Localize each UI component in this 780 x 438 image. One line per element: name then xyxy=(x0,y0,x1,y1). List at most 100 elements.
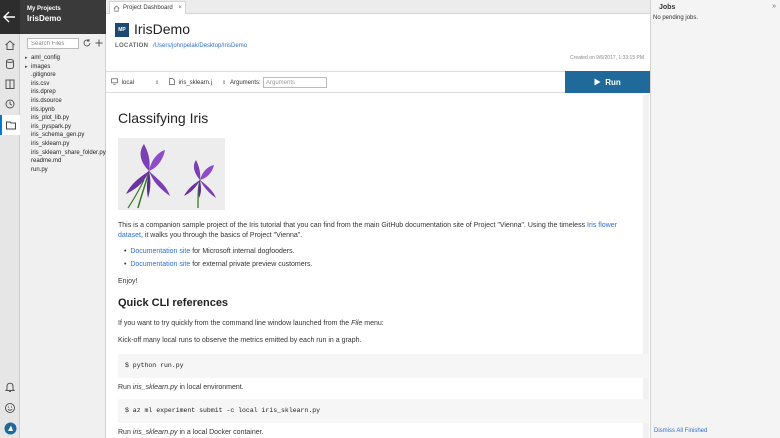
search-files-input[interactable] xyxy=(27,38,79,49)
file-item[interactable]: iris.ipynb xyxy=(25,106,105,115)
jobs-title: Jobs xyxy=(659,4,676,11)
arguments-input[interactable] xyxy=(263,77,327,88)
iris-flower-image xyxy=(118,138,225,210)
select-arrows-icon: ⇕ xyxy=(222,80,227,86)
bullet-text: for external private preview customers. xyxy=(190,261,313,268)
run-toolbar: local ⇕ iris_sklearn.j ⇕ Arguments: xyxy=(106,71,565,93)
intro-text-end: , it walks you through the basics of Pro… xyxy=(140,232,303,239)
cli-intro-text: If you want to try quickly from the comm… xyxy=(118,320,352,327)
run-local-text: Run iris_sklearn.py in local environment… xyxy=(118,383,648,393)
azure-icon xyxy=(4,422,16,434)
file-item[interactable]: iris_plot_lib.py xyxy=(25,114,105,123)
file-item[interactable]: iris.csv xyxy=(25,80,105,89)
run-text: Run xyxy=(118,429,133,436)
cli-section-title: Quick CLI references xyxy=(118,297,229,309)
file-item[interactable]: iris_sklearn.py xyxy=(25,140,105,149)
created-timestamp: Created on 9/6/2017, 1:33:15 PM xyxy=(570,55,644,61)
script-name: iris_sklearn.py xyxy=(132,384,178,391)
run-button-label: Run xyxy=(605,77,621,87)
refresh-icon[interactable] xyxy=(82,38,92,48)
iris-flower-link[interactable]: Iris flower xyxy=(587,222,617,229)
run-text: Run xyxy=(118,384,133,391)
file-item[interactable]: iris_schema_gen.py xyxy=(25,131,105,140)
back-arrow-icon xyxy=(3,11,15,23)
history-button[interactable] xyxy=(3,97,17,111)
cli-intro-end: menu: xyxy=(362,320,384,327)
list-item: • Documentation site for external privat… xyxy=(124,261,313,268)
play-icon xyxy=(594,78,601,86)
file-menu-text: File xyxy=(351,320,363,327)
iris-dataset-link[interactable]: dataset xyxy=(118,232,141,239)
feedback-button[interactable] xyxy=(3,401,17,415)
arguments-label: Arguments: xyxy=(230,80,261,86)
file-item[interactable]: iris_pyspark.py xyxy=(25,123,105,132)
file-icon xyxy=(169,78,175,85)
files-button[interactable] xyxy=(0,115,20,135)
account-button[interactable] xyxy=(3,421,17,435)
data-button[interactable] xyxy=(3,57,17,71)
cli-intro: If you want to try quickly from the comm… xyxy=(118,319,648,329)
script-name: iris_sklearn.py xyxy=(132,429,178,436)
file-item[interactable]: readme.md xyxy=(25,157,105,166)
enjoy-text: Enjoy! xyxy=(118,278,138,285)
bell-icon xyxy=(4,382,16,392)
folder-item[interactable]: images xyxy=(25,63,105,72)
project-logo: MP xyxy=(115,23,129,37)
home-icon xyxy=(5,40,15,50)
run-button[interactable]: Run xyxy=(565,71,650,93)
jobs-panel: Jobs » No pending jobs. Dismiss All Fini… xyxy=(650,0,780,438)
home-button[interactable] xyxy=(3,38,17,52)
folder-icon xyxy=(6,121,16,130)
run-text-end: in a local Docker container. xyxy=(177,429,264,436)
smiley-icon xyxy=(5,403,15,413)
location-path-link[interactable]: /Users/johnpelak/Desktop/IrisDemo xyxy=(153,43,247,49)
page-title: IrisDemo xyxy=(134,21,191,37)
location-label: LOCATION xyxy=(115,43,149,49)
file-item[interactable]: iris_sklearn_share_folder.py xyxy=(25,149,106,158)
jobs-empty-message: No pending jobs. xyxy=(653,15,699,21)
code-block: $ python run.py xyxy=(118,354,648,378)
script-value: iris_sklearn.j xyxy=(178,80,213,86)
compute-target-value: local xyxy=(121,80,135,86)
project-header: My Projects IrisDemo xyxy=(20,0,106,34)
file-explorer: aml_configimages.gitignoreiris.csviris.d… xyxy=(20,34,106,438)
home-icon xyxy=(113,5,120,12)
intro-text: This is a companion sample project of th… xyxy=(118,222,588,229)
readme-title: Classifying Iris xyxy=(118,110,209,126)
select-arrows-icon: ⇕ xyxy=(155,80,160,86)
file-item[interactable]: .gitignore xyxy=(25,71,105,80)
documentation-link-internal[interactable]: Documentation site xyxy=(130,248,190,255)
icon-rail xyxy=(0,0,20,438)
intro-paragraph: This is a companion sample project of th… xyxy=(118,221,648,241)
notebook-icon xyxy=(5,79,15,89)
collapse-icon[interactable]: » xyxy=(772,3,776,10)
back-button[interactable] xyxy=(0,0,20,34)
file-tree: aml_configimages.gitignoreiris.csviris.d… xyxy=(25,54,106,175)
script-select[interactable]: iris_sklearn.j ⇕ xyxy=(169,78,227,88)
database-icon xyxy=(6,59,14,69)
history-icon xyxy=(5,99,15,109)
plus-icon[interactable] xyxy=(94,38,104,48)
folder-item[interactable]: aml_config xyxy=(25,54,105,63)
dismiss-all-finished-link[interactable]: Dismiss All Finished xyxy=(654,428,707,434)
file-item[interactable]: run.py xyxy=(25,166,105,175)
bullet-text: for Microsoft internal dogfooders. xyxy=(190,248,295,255)
notifications-button[interactable] xyxy=(3,380,17,394)
monitor-icon xyxy=(111,78,118,85)
file-item[interactable]: iris.dprep xyxy=(25,88,105,97)
list-item: • Documentation site for Microsoft inter… xyxy=(124,248,295,255)
project-name: IrisDemo xyxy=(27,14,62,23)
tab-bar: Project Dashboard × xyxy=(106,0,650,14)
code-block: $ az ml experiment submit -c local iris_… xyxy=(118,399,648,423)
notebooks-button[interactable] xyxy=(3,77,17,91)
kickoff-text: Kick-off many local runs to observe the … xyxy=(118,337,362,344)
documentation-link-external[interactable]: Documentation site xyxy=(130,261,190,268)
run-docker-text: Run iris_sklearn.py in a local Docker co… xyxy=(118,428,648,438)
projects-label[interactable]: My Projects xyxy=(27,6,106,12)
run-text-end: in local environment. xyxy=(177,384,244,391)
file-item[interactable]: iris.dsource xyxy=(25,97,105,106)
close-icon[interactable]: × xyxy=(178,2,182,14)
compute-target-select[interactable]: local ⇕ xyxy=(111,78,161,88)
tab-label: Project Dashboard xyxy=(123,5,173,11)
tab-project-dashboard[interactable]: Project Dashboard × xyxy=(109,1,186,14)
